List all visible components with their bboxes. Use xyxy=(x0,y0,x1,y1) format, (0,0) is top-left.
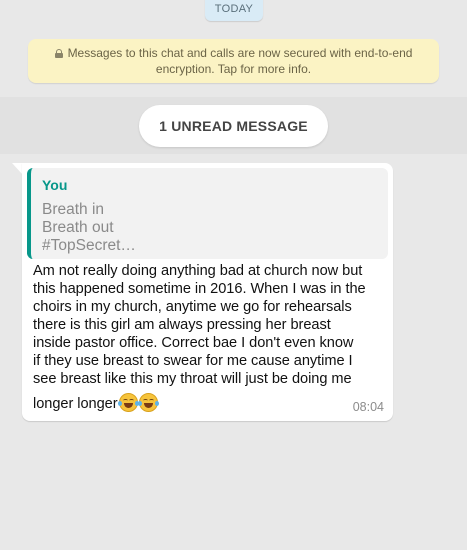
message-text-line: choirs in my church, anytime we go for r… xyxy=(33,299,352,315)
message-text-line: inside pastor office. Correct bae I don'… xyxy=(33,335,354,351)
message-text-line: if they use breast to swear for me cause… xyxy=(33,353,353,369)
unread-messages-label: 1 UNREAD MESSAGE xyxy=(159,118,308,134)
chat-conversation[interactable]: TODAY Messages to this chat and calls ar… xyxy=(0,0,467,550)
message-text-line: longer longer xyxy=(33,396,118,412)
message-timestamp: 08:04 xyxy=(352,400,384,414)
quoted-author: You xyxy=(42,177,68,193)
lock-icon xyxy=(54,49,63,58)
encryption-notice[interactable]: Messages to this chat and calls are now … xyxy=(28,39,439,83)
message-text-line: see breast like this my throat will just… xyxy=(33,371,352,387)
face-with-tears-of-joy-icon xyxy=(117,393,139,412)
encryption-notice-line2: encryption. Tap for more info. xyxy=(155,62,312,76)
face-with-tears-of-joy-icon xyxy=(137,393,159,412)
date-chip: TODAY xyxy=(205,0,263,21)
incoming-message-bubble[interactable]: You Breath in Breath out #TopSecret… Am … xyxy=(22,163,393,421)
message-last-line: longer longer xyxy=(33,393,159,412)
message-text-line: this happened sometime in 2016. When I w… xyxy=(33,281,366,297)
date-chip-label: TODAY xyxy=(214,3,254,15)
encryption-notice-line1: Messages to this chat and calls are now … xyxy=(67,46,413,60)
quoted-text-line: Breath out xyxy=(42,219,114,236)
message-text-line: there is this girl am always pressing he… xyxy=(33,317,331,333)
quoted-reply[interactable]: You Breath in Breath out #TopSecret… xyxy=(27,168,388,259)
unread-messages-pill: 1 UNREAD MESSAGE xyxy=(139,105,328,147)
message-text-line: Am not really doing anything bad at chur… xyxy=(33,263,363,279)
quoted-text-line: Breath in xyxy=(42,201,105,218)
quoted-text-line: #TopSecret… xyxy=(42,237,136,254)
